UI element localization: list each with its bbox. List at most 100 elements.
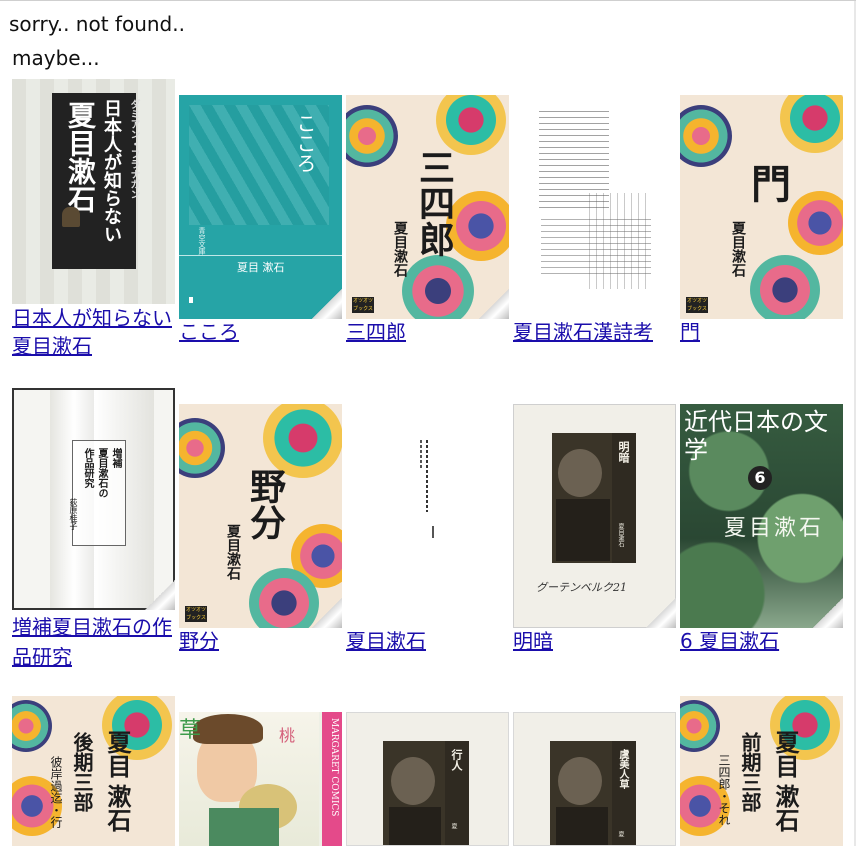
flower-pattern-icon (12, 700, 52, 752)
publisher-logo: オツオツ ブックス (686, 297, 708, 313)
cover-author: 夏目漱石 (730, 221, 746, 277)
book-title-link[interactable]: 6 夏目漱石 (680, 626, 850, 656)
book-card[interactable]: 夏目 漱石 後期三部 彼岸過迄・行 (12, 696, 175, 846)
book-card[interactable]: 野分 夏目漱石 オツオツ ブックス 野分 (179, 388, 342, 653)
cover-title: 作品研究 (82, 448, 93, 488)
book-cover[interactable]: 野分 夏目漱石 オツオツ ブックス (179, 388, 342, 628)
flower-pattern-icon (346, 105, 398, 167)
author-portrait (558, 449, 602, 497)
book-card[interactable]: 近代日本の文学 6 夏目漱石 6 夏目漱石 (680, 388, 843, 653)
book-cover[interactable]: こころ 夏目 漱石 青空文庫 (179, 79, 342, 319)
book-card[interactable]: 増補 夏目漱石の 作品研究 荻原桂子 増補夏目漱石の作品研究 (12, 388, 175, 669)
book-cover[interactable]: 三四郎 夏目漱石 オツオツ ブックス (346, 79, 509, 319)
book-card[interactable]: 夏目 漱石 前期三部 三四郎・それ (680, 696, 843, 846)
page-curl-icon (312, 598, 342, 628)
flower-pattern-icon (179, 418, 225, 478)
book-cover[interactable] (346, 388, 509, 628)
book-title-link[interactable]: こころ (179, 317, 349, 347)
book-title-link[interactable]: 夏目漱石 (346, 626, 516, 656)
cover-series: 近代日本の文学 (684, 408, 828, 464)
flower-pattern-icon (263, 404, 342, 478)
flower-pattern-icon (402, 255, 474, 319)
publisher-logo: オツオツ ブックス (352, 297, 374, 313)
cover-author: 夏目漱石 (392, 221, 408, 277)
book-card[interactable]: 夏目漱石 (346, 388, 509, 653)
cover-author: 夏 (450, 823, 457, 829)
cover-title: こころ (293, 113, 317, 173)
cover-author: 夏 (617, 831, 624, 837)
cover-title: 夏目 (103, 730, 132, 778)
cover-title: 夏目漱石の (96, 448, 107, 498)
book-cover[interactable]: 夏目 漱石 後期三部 彼岸過迄・行 (12, 696, 175, 846)
cover-title: 日本人が知らない (101, 99, 122, 243)
cover-title: 野分 (244, 468, 286, 540)
book-card[interactable]: 行人 夏 (346, 696, 509, 846)
cover-author: ダミアン・フラナガン (128, 99, 139, 199)
book-cover[interactable] (513, 79, 676, 319)
flower-pattern-icon (680, 700, 720, 752)
series-logo: グーテンベルク21 (536, 581, 627, 594)
suggestion-label: maybe... (12, 46, 100, 70)
book-card[interactable]: 明暗 夏目漱石 グーテンベルク21 明暗 (513, 388, 676, 653)
page-curl-icon (813, 598, 843, 628)
book-card[interactable]: 夏目漱石漢詩考 (513, 79, 676, 344)
book-cover[interactable]: 草 桃 MARGARET COMICS (179, 696, 342, 846)
book-cover[interactable]: 近代日本の文学 6 夏目漱石 (680, 388, 843, 628)
cover-author: 荻原桂子 (69, 498, 78, 530)
author-portrait (558, 757, 602, 805)
page-curl-icon (646, 598, 676, 628)
cover-title: 草 (179, 718, 202, 743)
book-title-link[interactable]: 増補夏目漱石の作品研究 (12, 612, 182, 672)
book-title-link[interactable]: 明暗 (513, 626, 683, 656)
cover-title: 増補 (110, 448, 121, 468)
book-card[interactable]: 草 桃 MARGARET COMICS (179, 696, 342, 846)
book-cover[interactable]: 日本人が知らない 夏目漱石 ダミアン・フラナガン (12, 79, 175, 304)
cover-title: 桃 (279, 726, 296, 745)
book-cover[interactable]: 行人 夏 (346, 696, 509, 846)
page-curl-icon (145, 580, 175, 610)
label-brand: MARGARET COMICS (329, 718, 339, 817)
volume-badge: 6 (748, 466, 772, 490)
flower-pattern-icon (780, 95, 843, 153)
publisher-logo: オツオツ ブックス (185, 606, 207, 622)
book-cover[interactable]: 明暗 夏目漱石 グーテンベルク21 (513, 388, 676, 628)
book-title-link[interactable]: 夏目漱石漢詩考 (513, 317, 683, 347)
book-cover[interactable]: 夏目 漱石 前期三部 三四郎・それ (680, 696, 843, 846)
cover-title: 三四郎 (413, 149, 455, 257)
cover-author: 夏目漱石 (617, 523, 624, 547)
cover-title: 前期三部 (738, 732, 762, 812)
play-icon (189, 297, 193, 303)
cover-title: 虞美人草 (617, 749, 628, 789)
cover-title: 夏目漱石 (64, 101, 97, 213)
book-title-link[interactable]: 三四郎 (346, 317, 516, 347)
cover-author: 夏目 漱石 (237, 261, 285, 274)
book-cover[interactable]: 虞美人草 夏 (513, 696, 676, 846)
book-card[interactable]: 虞美人草 夏 (513, 696, 676, 846)
cover-title: 漱石 (103, 784, 132, 832)
cover-title: 門 (744, 163, 791, 203)
book-cover[interactable]: 増補 夏目漱石の 作品研究 荻原桂子 (12, 388, 175, 610)
author-portrait (391, 757, 435, 805)
cover-title: 後期三部 (70, 732, 94, 812)
book-card[interactable]: 三四郎 夏目漱石 オツオツ ブックス 三四郎 (346, 79, 509, 344)
book-cover[interactable]: 門 夏目漱石 オツオツ ブックス (680, 79, 843, 319)
flower-pattern-icon (436, 95, 506, 155)
cover-author: 夏目漱石 (225, 524, 241, 580)
page-curl-icon (312, 289, 342, 319)
flower-pattern-icon (680, 105, 732, 167)
flower-pattern-icon (788, 191, 843, 255)
book-card[interactable]: 門 夏目漱石 オツオツ ブックス 門 (680, 79, 843, 344)
cover-title: 夏目 (771, 730, 800, 778)
book-title-link[interactable]: 野分 (179, 626, 349, 656)
book-title-link[interactable]: 日本人が知らない夏目漱石 (12, 304, 182, 360)
book-card[interactable]: 日本人が知らない 夏目漱石 ダミアン・フラナガン 日本人が知らない夏目漱石 (12, 79, 175, 358)
cover-author: 三四郎・それ (717, 754, 731, 826)
cover-brand: 青空文庫 (198, 227, 206, 255)
flower-pattern-icon (750, 255, 820, 319)
book-card[interactable]: こころ 夏目 漱石 青空文庫 こころ (179, 79, 342, 344)
cover-title: 明暗 (617, 441, 630, 463)
book-title-link[interactable]: 門 (680, 317, 850, 347)
cat-illustration (62, 207, 80, 227)
not-found-message: sorry.. not found.. (9, 12, 185, 36)
cover-title: 夏目漱石 (724, 516, 825, 541)
